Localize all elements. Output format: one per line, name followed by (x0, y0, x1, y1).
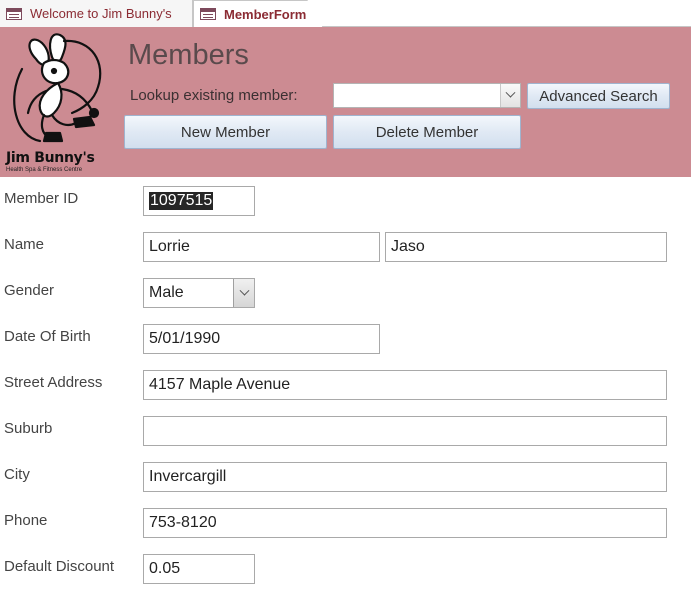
member-id-field[interactable]: 1097515 (143, 186, 255, 216)
gender-dropdown-button[interactable] (233, 279, 254, 307)
name-label: Name (4, 236, 45, 253)
tab-memberform[interactable]: MemberForm (193, 0, 323, 28)
tab-welcome-label: Welcome to Jim Bunny's (30, 6, 172, 21)
chevron-down-icon (505, 87, 516, 98)
street-address-field[interactable]: 4157 Maple Avenue (143, 370, 667, 400)
tab-memberform-label: MemberForm (224, 6, 307, 22)
logo: Jim Bunny's Health Spa & Fitness Centre (2, 29, 118, 175)
form-icon (6, 7, 22, 20)
gender-value: Male (149, 284, 184, 301)
city-field[interactable]: Invercargill (143, 462, 667, 492)
chevron-down-icon (239, 285, 249, 296)
suburb-field[interactable] (143, 416, 667, 446)
logo-name: Jim Bunny's (6, 150, 95, 166)
lookup-member-combo[interactable] (333, 83, 521, 108)
new-member-button[interactable]: New Member (124, 115, 327, 149)
page-title: Members (128, 39, 249, 71)
logo-tagline: Health Spa & Fitness Centre (6, 167, 83, 173)
bunny-logo-icon (13, 33, 102, 143)
dob-label: Date Of Birth (4, 328, 91, 345)
advanced-search-button[interactable]: Advanced Search (527, 83, 670, 109)
member-id-label: Member ID (4, 190, 79, 207)
member-id-value: 1097515 (149, 192, 214, 210)
city-label: City (4, 466, 30, 483)
default-discount-label: Default Discount (4, 558, 115, 575)
dob-field[interactable]: 5/01/1990 (143, 324, 380, 354)
street-address-label: Street Address (4, 374, 103, 391)
default-discount-field[interactable]: 0.05 (143, 554, 255, 584)
phone-label: Phone (4, 512, 48, 529)
tab-welcome[interactable]: Welcome to Jim Bunny's (0, 0, 193, 27)
form-header: Jim Bunny's Health Spa & Fitness Centre … (0, 27, 691, 177)
form-icon (200, 8, 216, 20)
phone-field[interactable]: 753-8120 (143, 508, 667, 538)
first-name-field[interactable]: Lorrie (143, 232, 380, 262)
document-tab-strip: Welcome to Jim Bunny's MemberForm (0, 0, 691, 28)
last-name-field[interactable]: Jaso (385, 232, 667, 262)
lookup-dropdown-button[interactable] (500, 84, 520, 107)
delete-member-button[interactable]: Delete Member (333, 115, 521, 149)
gender-label: Gender (4, 282, 55, 299)
lookup-label: Lookup existing member: (130, 87, 298, 104)
gender-select[interactable]: Male (143, 278, 255, 308)
suburb-label: Suburb (4, 420, 53, 437)
